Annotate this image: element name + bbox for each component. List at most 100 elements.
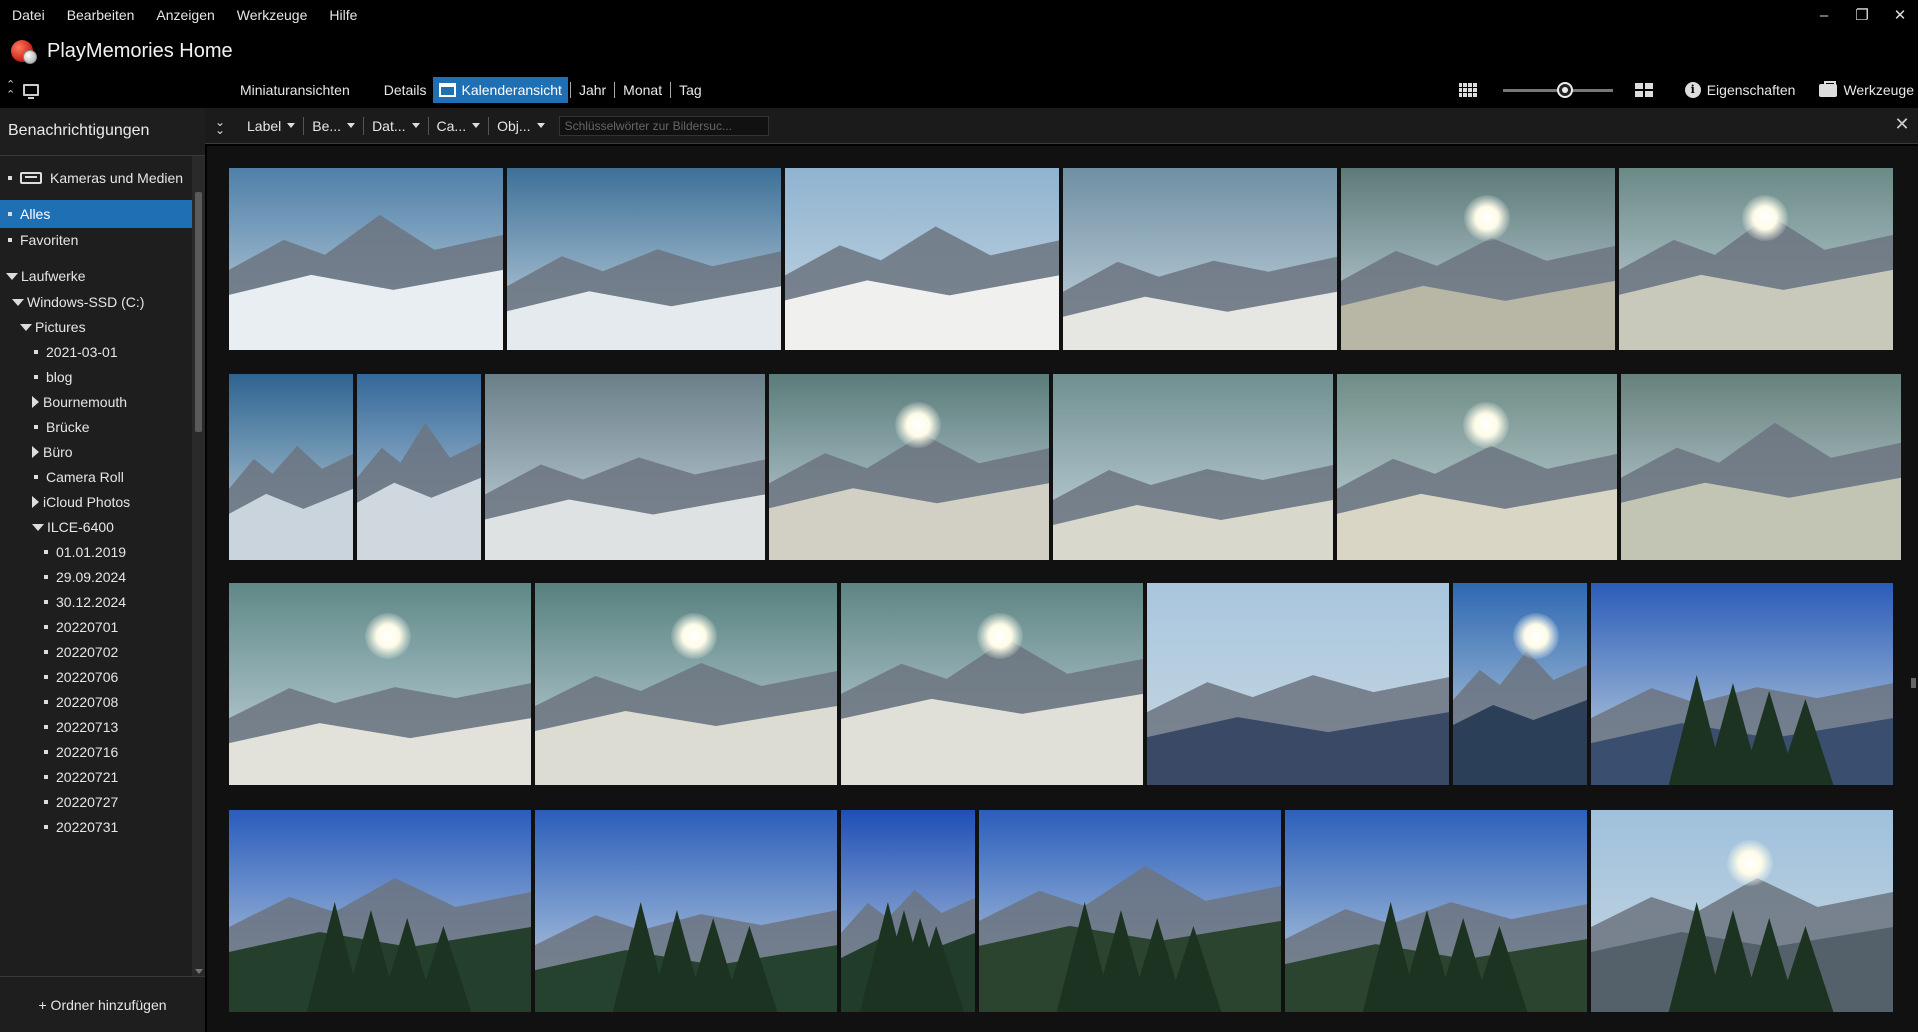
photo-thumbnail[interactable] (1147, 583, 1449, 785)
menu-werkzeuge[interactable]: Werkzeuge (225, 7, 318, 23)
sidebar-item[interactable]: 20220713 (0, 713, 192, 741)
keyword-search-input[interactable] (558, 115, 769, 136)
photo-thumbnail[interactable] (229, 810, 531, 1012)
expanded-triangle-icon[interactable] (6, 272, 18, 280)
expanded-triangle-icon[interactable] (12, 298, 24, 306)
collapse-filter-icon[interactable]: ⌄ ⌄ (211, 116, 229, 136)
tab-thumbnails[interactable]: Miniaturansichten (212, 77, 356, 103)
tab-day[interactable]: Tag (673, 77, 708, 103)
sidebar-item[interactable]: Windows-SSD (C:) (0, 288, 192, 316)
sidebar-item[interactable]: Favoriten (0, 226, 192, 254)
photo-thumbnail[interactable] (1285, 810, 1587, 1012)
app-title: PlayMemories Home (47, 39, 233, 62)
scrollbar-thumb[interactable] (195, 192, 202, 432)
photo-thumbnail[interactable] (229, 168, 503, 350)
menu-anzeigen[interactable]: Anzeigen (144, 7, 224, 23)
photo-thumbnail[interactable] (357, 374, 481, 560)
zoom-slider[interactable] (1502, 82, 1613, 98)
sidebar-item[interactable]: 20220731 (0, 813, 192, 841)
close-window-button[interactable]: ✕ (1892, 6, 1908, 24)
sidebar-item[interactable]: Brücke (0, 413, 192, 441)
photo-thumbnail[interactable] (1453, 583, 1587, 785)
collapse-up-icon[interactable]: ⌃ ⌃ (6, 80, 15, 101)
sidebar-item[interactable]: ILCE-6400 (0, 513, 192, 541)
sidebar-item[interactable]: 29.09.2024 (0, 563, 192, 591)
photo-thumbnail[interactable] (1337, 374, 1617, 560)
restore-button[interactable]: ❐ (1854, 6, 1870, 24)
menu-hilfe[interactable]: Hilfe (317, 7, 367, 23)
sidebar-item[interactable]: 20220727 (0, 788, 192, 816)
sidebar-item[interactable]: Bournemouth (0, 388, 192, 416)
sidebar-item[interactable]: Alles (0, 200, 192, 228)
filter-label-dropdown[interactable]: Label (239, 114, 303, 138)
menu-bearbeiten[interactable]: Bearbeiten (55, 7, 145, 23)
tab-calendar[interactable]: Kalenderansicht (432, 77, 568, 103)
add-folder-button[interactable]: + Ordner hinzufügen (0, 976, 205, 1032)
photo-thumbnail[interactable] (785, 168, 1059, 350)
photo-thumbnail[interactable] (229, 374, 353, 560)
sidebar-item[interactable]: Pictures (0, 313, 192, 341)
small-thumbnails-icon[interactable] (1458, 83, 1477, 97)
photo-thumbnail[interactable] (1621, 374, 1901, 560)
photo-thumbnail[interactable] (1341, 168, 1615, 350)
photo-thumbnail[interactable] (507, 168, 781, 350)
photo-thumbnail[interactable] (769, 374, 1049, 560)
photo-thumbnail[interactable] (229, 583, 531, 785)
photo-thumbnail[interactable] (1619, 168, 1893, 350)
collapsed-triangle-icon[interactable] (32, 496, 39, 508)
sun-glare (976, 613, 1023, 660)
sidebar-item-label: 20220731 (56, 819, 119, 835)
photo-thumbnail[interactable] (841, 583, 1143, 785)
notifications-header[interactable]: Benachrichtigungen (0, 108, 205, 156)
scroll-down-arrow[interactable] (195, 969, 203, 974)
photo-thumbnail[interactable] (535, 583, 837, 785)
zoom-knob[interactable] (1556, 82, 1573, 98)
toolbox-icon (1819, 80, 1838, 97)
filter-camera-dropdown[interactable]: Ca... (429, 114, 489, 138)
sidebar-item[interactable]: Laufwerke (0, 262, 192, 290)
window-controls: – ❐ ✕ (1816, 0, 1908, 30)
filter-date-dropdown[interactable]: Dat... (364, 114, 427, 138)
sidebar-item[interactable]: Kameras und Medien (0, 164, 192, 192)
menu-datei[interactable]: Datei (0, 7, 55, 23)
tab-year[interactable]: Jahr (573, 77, 612, 103)
content-scrollbar[interactable] (1911, 678, 1916, 688)
tab-month[interactable]: Monat (617, 77, 668, 103)
tools-button[interactable]: Werkzeuge (1819, 80, 1914, 98)
photo-thumbnail[interactable] (841, 810, 975, 1012)
collapsed-triangle-icon[interactable] (32, 396, 39, 408)
minimize-button[interactable]: – (1816, 7, 1832, 24)
photo-thumbnail[interactable] (1591, 810, 1893, 1012)
sidebar-item[interactable]: 20220716 (0, 738, 192, 766)
sidebar-item[interactable]: 30.12.2024 (0, 588, 192, 616)
sidebar-item[interactable]: 20220708 (0, 688, 192, 716)
tab-details[interactable]: Details (356, 77, 433, 103)
sidebar-item[interactable]: 20220702 (0, 638, 192, 666)
filter-rating-dropdown[interactable]: Be... (304, 114, 363, 138)
monitor-icon[interactable] (23, 84, 40, 99)
large-thumbnails-icon[interactable] (1634, 83, 1653, 97)
properties-button[interactable]: i Eigenschaften (1684, 82, 1795, 98)
sidebar-toggle[interactable]: ⌃ ⌃ (6, 80, 40, 101)
sidebar-item[interactable]: 20220701 (0, 613, 192, 641)
sidebar-item[interactable]: 20220706 (0, 663, 192, 691)
photo-thumbnail[interactable] (1063, 168, 1337, 350)
sidebar-item[interactable]: iCloud Photos (0, 488, 192, 516)
photo-thumbnail[interactable] (1591, 583, 1893, 785)
collapsed-triangle-icon[interactable] (32, 446, 39, 458)
sidebar-item[interactable]: 01.01.2019 (0, 538, 192, 566)
sidebar-item[interactable]: Camera Roll (0, 463, 192, 491)
filter-object-dropdown[interactable]: Obj... (489, 114, 552, 138)
sidebar-item[interactable]: Büro (0, 438, 192, 466)
photo-thumbnail[interactable] (535, 810, 837, 1012)
photo-thumbnail[interactable] (979, 810, 1281, 1012)
photo-thumbnail[interactable] (1053, 374, 1333, 560)
expanded-triangle-icon[interactable] (32, 523, 44, 531)
sidebar-item[interactable]: 20220721 (0, 763, 192, 791)
sidebar-scrollbar[interactable] (192, 156, 205, 976)
sidebar-item[interactable]: 2021-03-01 (0, 338, 192, 366)
close-filter-icon[interactable]: ✕ (1894, 115, 1910, 133)
photo-thumbnail[interactable] (485, 374, 765, 560)
sidebar-item[interactable]: blog (0, 363, 192, 391)
expanded-triangle-icon[interactable] (20, 323, 32, 331)
